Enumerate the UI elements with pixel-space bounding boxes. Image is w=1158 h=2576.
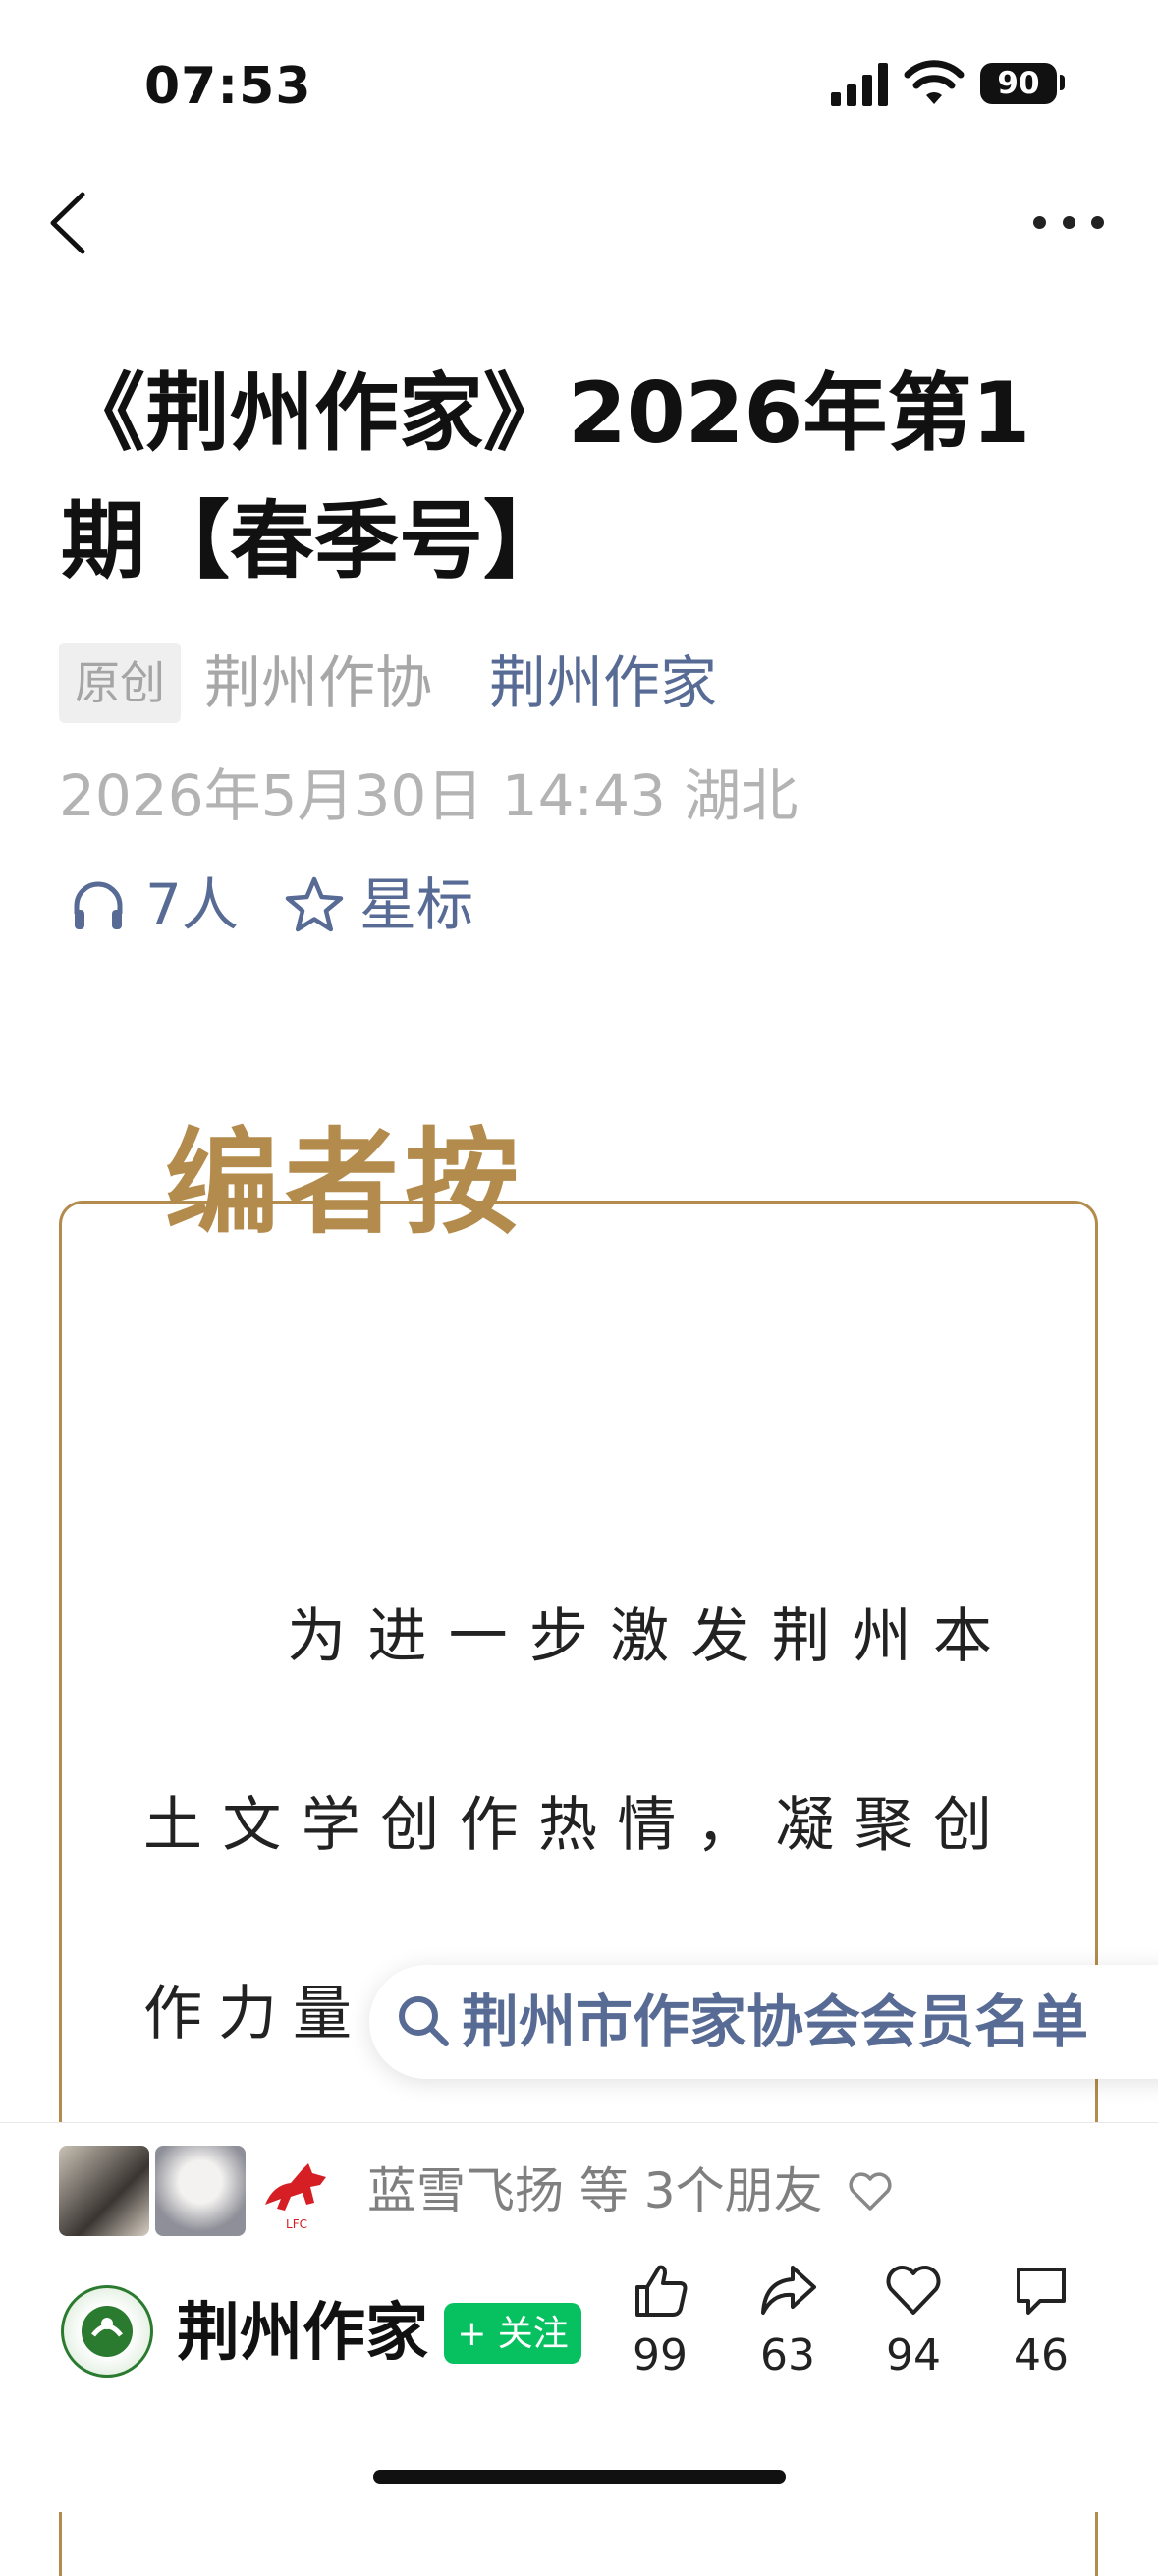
editor-note-heading: 编者按 [165,1117,524,1250]
comment-count: 46 [1014,2330,1069,2380]
star-icon[interactable] [283,874,346,937]
like-count: 99 [633,2330,688,2380]
heart-icon [849,2172,892,2211]
publish-datetime: 2026年5月30日 14:43 湖北 [59,762,799,829]
account-name[interactable]: 荆州作家 [177,2289,428,2378]
back-icon[interactable] [45,189,90,257]
wifi-icon [904,60,965,104]
share-icon [761,2266,816,2315]
share-count: 63 [760,2330,815,2380]
comment-icon [1017,2268,1066,2315]
heart-button[interactable]: 94 [864,2260,963,2407]
heart-icon [886,2266,941,2315]
follow-button[interactable]: + 关注 [444,2303,581,2364]
author-name: 荆州作协 [204,649,433,716]
more-icon[interactable] [1033,210,1104,234]
article-title: 《荆州作家》2026年第1期【春季号】 [61,364,1031,590]
friends-liked-text[interactable]: 蓝雪飞扬 等 3个朋友 [367,2154,823,2228]
battery-indicator: 90 [980,63,1057,104]
thumbs-up-icon [635,2265,688,2317]
friend-avatar[interactable]: LFC [251,2146,342,2236]
battery-tip [1060,75,1065,90]
original-tag: 原创 [59,643,181,723]
search-suggestion-text[interactable]: 荆州市作家协会会员名单 [462,1983,1088,2061]
like-button[interactable]: 99 [611,2260,709,2407]
cellular-signal-icon [831,63,890,106]
star-label[interactable]: 星标 [359,865,473,945]
logo-emblem [82,2306,133,2357]
horse-logo: LFC [265,2163,326,2231]
listener-count[interactable]: 7人 [145,865,239,945]
share-button[interactable]: 63 [739,2260,837,2407]
search-icon[interactable] [395,1992,452,2049]
account-link[interactable]: 荆州作家 [489,643,717,723]
comment-button[interactable]: 46 [992,2260,1090,2407]
friend-avatar[interactable] [155,2146,246,2236]
home-indicator[interactable] [373,2470,786,2484]
svg-text:LFC: LFC [286,2217,307,2231]
status-time: 07:53 [144,57,312,116]
friend-avatar[interactable] [59,2146,149,2236]
headphones-icon[interactable] [69,876,128,935]
heart-count: 94 [886,2330,941,2380]
account-logo[interactable] [61,2285,153,2378]
